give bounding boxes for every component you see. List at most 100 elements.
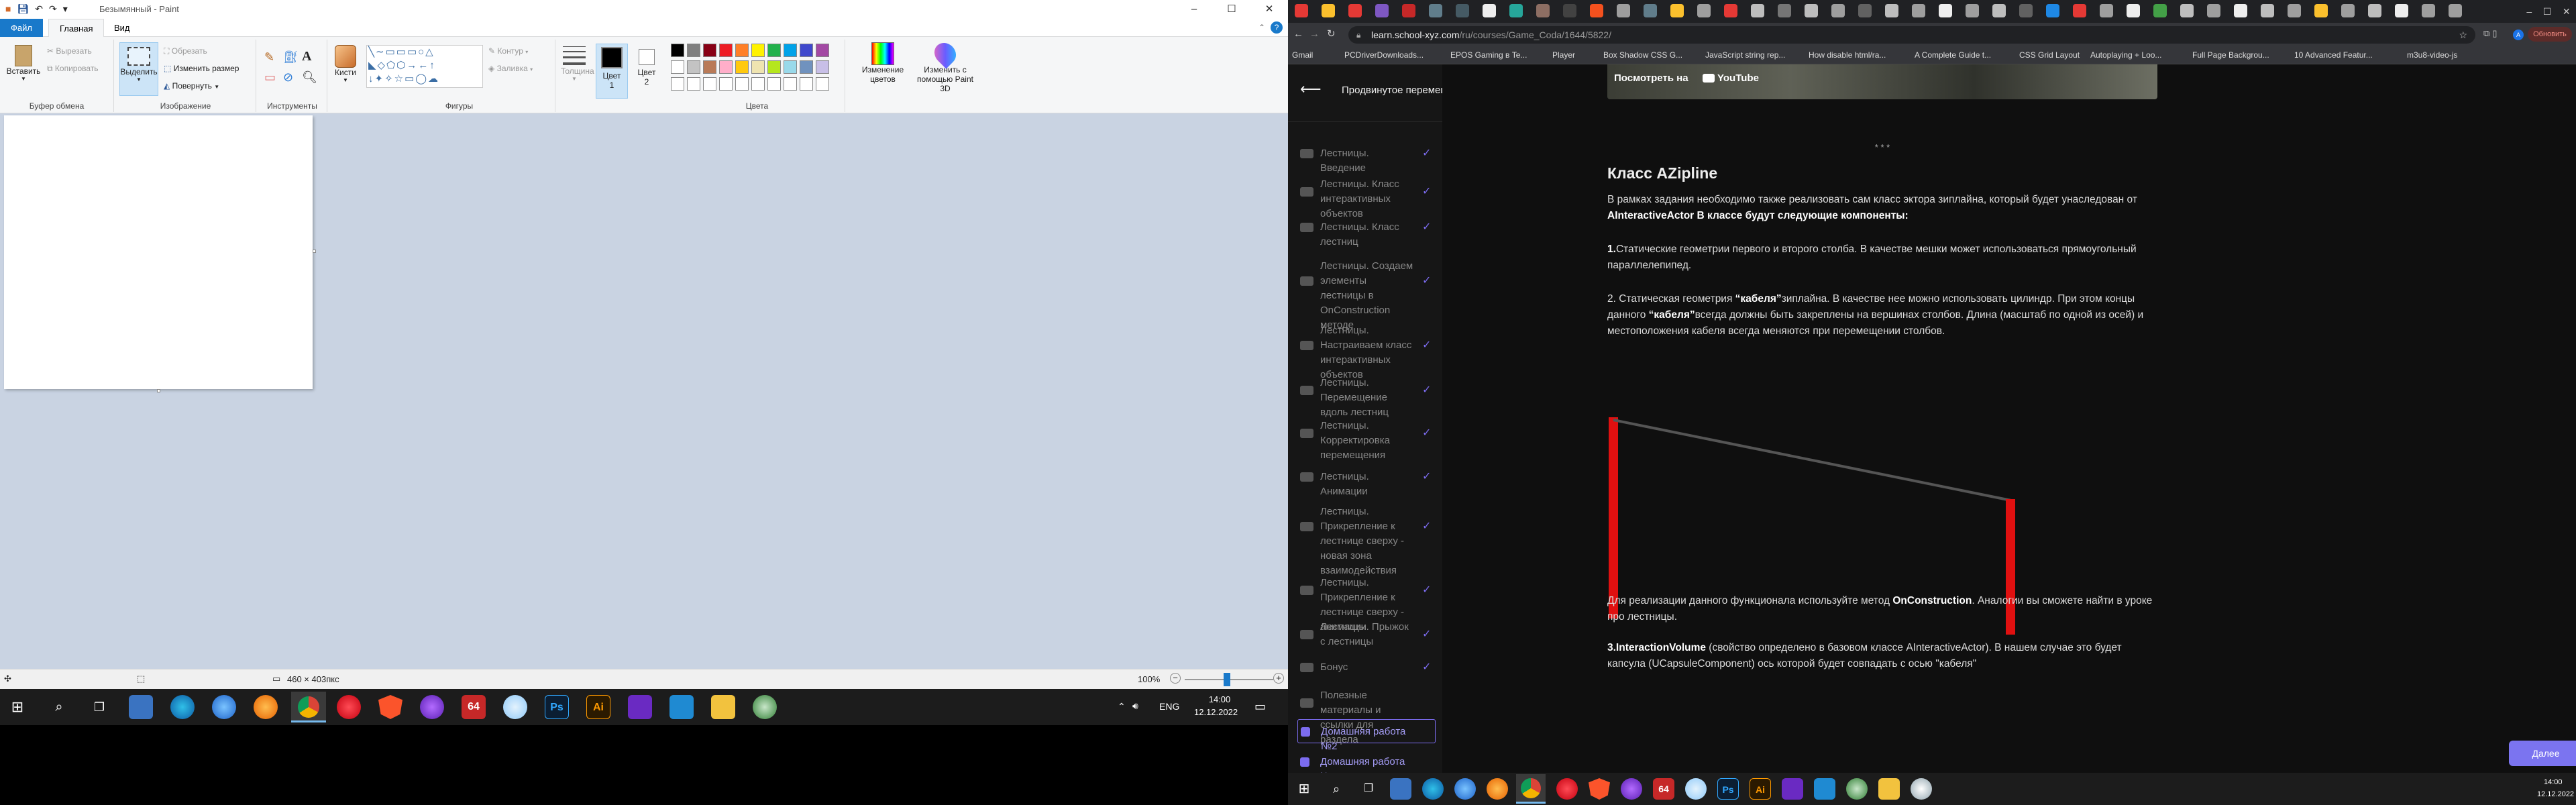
lesson-item[interactable]: Лестницы. Прикрепление к лестнице сверху… xyxy=(1288,504,1442,576)
tab-home[interactable]: Главная xyxy=(48,19,105,37)
tray-chevron-icon[interactable]: ⌃ xyxy=(1118,701,1126,712)
drawing-canvas[interactable] xyxy=(4,115,313,389)
extensions-icon[interactable]: ⧉ xyxy=(2483,28,2489,42)
bookmark-item[interactable]: PCDriverDownloads... xyxy=(1344,50,1424,60)
palette-swatch[interactable] xyxy=(800,77,813,91)
lesson-item[interactable]: Полезные материалы и ссылки для раздела xyxy=(1288,688,1442,745)
palette-swatch[interactable] xyxy=(719,77,733,91)
browser-tab[interactable] xyxy=(2314,4,2328,17)
video-preview[interactable]: Посмотреть на YouTube xyxy=(1607,64,2157,99)
palette-swatch[interactable] xyxy=(671,44,684,57)
lesson-item[interactable]: Лестницы. Корректировка перемещения ✓ xyxy=(1288,419,1442,461)
app-green-icon[interactable] xyxy=(1846,778,1868,800)
resize-handle-bottom[interactable] xyxy=(157,389,160,392)
browser-tab[interactable] xyxy=(1536,4,1550,17)
update-button[interactable]: Обновить xyxy=(2528,27,2572,42)
browser-tab[interactable] xyxy=(1295,4,1308,17)
tab-view[interactable]: Вид xyxy=(103,19,141,37)
task-view-icon[interactable]: ❐ xyxy=(87,695,111,719)
bookmark-item[interactable]: Full Page Backgrou... xyxy=(2192,50,2269,60)
lesson-item[interactable]: Лестницы. Прыжок с лестницы ✓ xyxy=(1288,620,1442,649)
eraser-icon[interactable]: ▭ xyxy=(264,70,276,85)
palette-swatch[interactable] xyxy=(703,77,716,91)
bookmark-item[interactable]: Player xyxy=(1552,50,1575,60)
browser-tab[interactable] xyxy=(1509,4,1523,17)
sidebar-icon[interactable]: ▯ xyxy=(2492,28,2497,42)
opera-icon[interactable] xyxy=(337,695,361,719)
browser-tab[interactable] xyxy=(1402,4,1415,17)
maximize-button[interactable]: ☐ xyxy=(1213,0,1250,19)
browser-tab[interactable] xyxy=(2153,4,2167,17)
cut-button[interactable]: ✂ Вырезать xyxy=(47,46,92,56)
browser-tab[interactable] xyxy=(2368,4,2381,17)
back-icon[interactable]: ← xyxy=(1293,28,1303,40)
edit-colors-button[interactable]: Изменение цветов xyxy=(857,42,908,84)
browser-tab[interactable] xyxy=(1778,4,1791,17)
fill-bucket-icon[interactable]: ⛽︎ xyxy=(283,50,299,64)
browser-tab[interactable] xyxy=(1375,4,1389,17)
zoom-out-button[interactable]: − xyxy=(1170,673,1181,684)
browser-tab[interactable] xyxy=(2288,4,2301,17)
calculator-icon[interactable] xyxy=(129,695,153,719)
palette-swatch[interactable] xyxy=(816,60,829,74)
palette-swatch[interactable] xyxy=(751,60,765,74)
palette-swatch[interactable] xyxy=(784,60,797,74)
browser-tab[interactable] xyxy=(1992,4,2006,17)
undo-icon[interactable]: ↶ xyxy=(35,3,43,15)
bookmark-item[interactable]: JavaScript string rep... xyxy=(1705,50,1785,60)
brushes-button[interactable]: Кисти ▼ xyxy=(331,45,360,83)
palette-swatch[interactable] xyxy=(671,60,684,74)
start-windows-icon[interactable]: ⊞ xyxy=(1293,778,1315,800)
thickness-button[interactable]: Толщина ▼ xyxy=(561,46,594,82)
palette-swatch[interactable] xyxy=(767,60,781,74)
browser-tab[interactable] xyxy=(1563,4,1576,17)
firefox-icon[interactable] xyxy=(254,695,278,719)
palette-swatch[interactable] xyxy=(719,44,733,57)
bookmark-item[interactable]: Autoplaying + Loo... xyxy=(2090,50,2161,60)
firefox-icon[interactable] xyxy=(1487,778,1508,800)
calculator-icon[interactable] xyxy=(1390,778,1411,800)
browser-tab[interactable] xyxy=(2073,4,2086,17)
paint3d-button[interactable]: Изменить с помощью Paint 3D xyxy=(914,38,977,93)
lesson-item[interactable]: Лестницы. Класс лестниц ✓ xyxy=(1288,220,1442,248)
profile-avatar[interactable]: A xyxy=(2513,30,2524,40)
browser-tab[interactable] xyxy=(1939,4,1952,17)
lesson-item[interactable]: Домашняя работа №2 xyxy=(1297,719,1436,752)
close-button[interactable]: ✕ xyxy=(2563,6,2571,17)
volume-icon[interactable]: 🔊︎ xyxy=(1132,700,1138,712)
search-icon[interactable]: ⌕ xyxy=(1326,778,1347,800)
palette-swatch[interactable] xyxy=(687,60,700,74)
minimize-button[interactable]: – xyxy=(1175,0,1213,19)
bookmark-item[interactable]: EPOS Gaming в Te... xyxy=(1450,50,1527,60)
copy-button[interactable]: ⧉ Копировать xyxy=(47,64,99,74)
browser-tab[interactable] xyxy=(2180,4,2194,17)
palette-swatch[interactable] xyxy=(703,44,716,57)
lesson-item[interactable]: Лестницы. Прикрепление к лестнице сверху… xyxy=(1288,576,1442,633)
palette-swatch[interactable] xyxy=(816,44,829,57)
color-picker-icon[interactable]: ⊘ xyxy=(283,70,293,85)
lesson-item[interactable]: Бонус ✓ xyxy=(1288,660,1442,675)
palette-swatch[interactable] xyxy=(751,44,765,57)
illustrator-icon[interactable]: Ai xyxy=(586,695,610,719)
illustrator-icon[interactable]: Ai xyxy=(1750,778,1771,800)
palette-swatch[interactable] xyxy=(784,77,797,91)
rotate-button[interactable]: ◭ Повернуть ▼ xyxy=(164,81,219,91)
close-button[interactable]: ✕ xyxy=(1250,0,1288,19)
palette-swatch[interactable] xyxy=(816,77,829,91)
address-bar[interactable]: 🔒︎ learn.school-xyz.com/ru/courses/Game_… xyxy=(1348,26,2475,44)
palette-swatch[interactable] xyxy=(687,77,700,91)
browser-tab[interactable] xyxy=(2046,4,2059,17)
brave-icon[interactable] xyxy=(1589,778,1610,800)
forward-icon[interactable]: → xyxy=(1309,28,1320,40)
lesson-item[interactable]: Лестницы. Класс интерактивных объектов ✓ xyxy=(1288,177,1442,219)
tab-file[interactable]: Файл xyxy=(0,19,43,37)
bookmark-item[interactable]: Gmail xyxy=(1292,50,1313,60)
vscode-icon[interactable] xyxy=(1814,778,1835,800)
cloud-app-icon[interactable] xyxy=(503,695,527,719)
browser-tab[interactable] xyxy=(1322,4,1335,17)
browser-tab[interactable] xyxy=(2395,4,2408,17)
clock-date[interactable]: 12.12.2022 xyxy=(1194,707,1238,717)
crop-button[interactable]: ⛶ Обрезать xyxy=(164,46,207,56)
browser-tab[interactable] xyxy=(1348,4,1362,17)
opera-icon[interactable] xyxy=(1556,778,1578,800)
